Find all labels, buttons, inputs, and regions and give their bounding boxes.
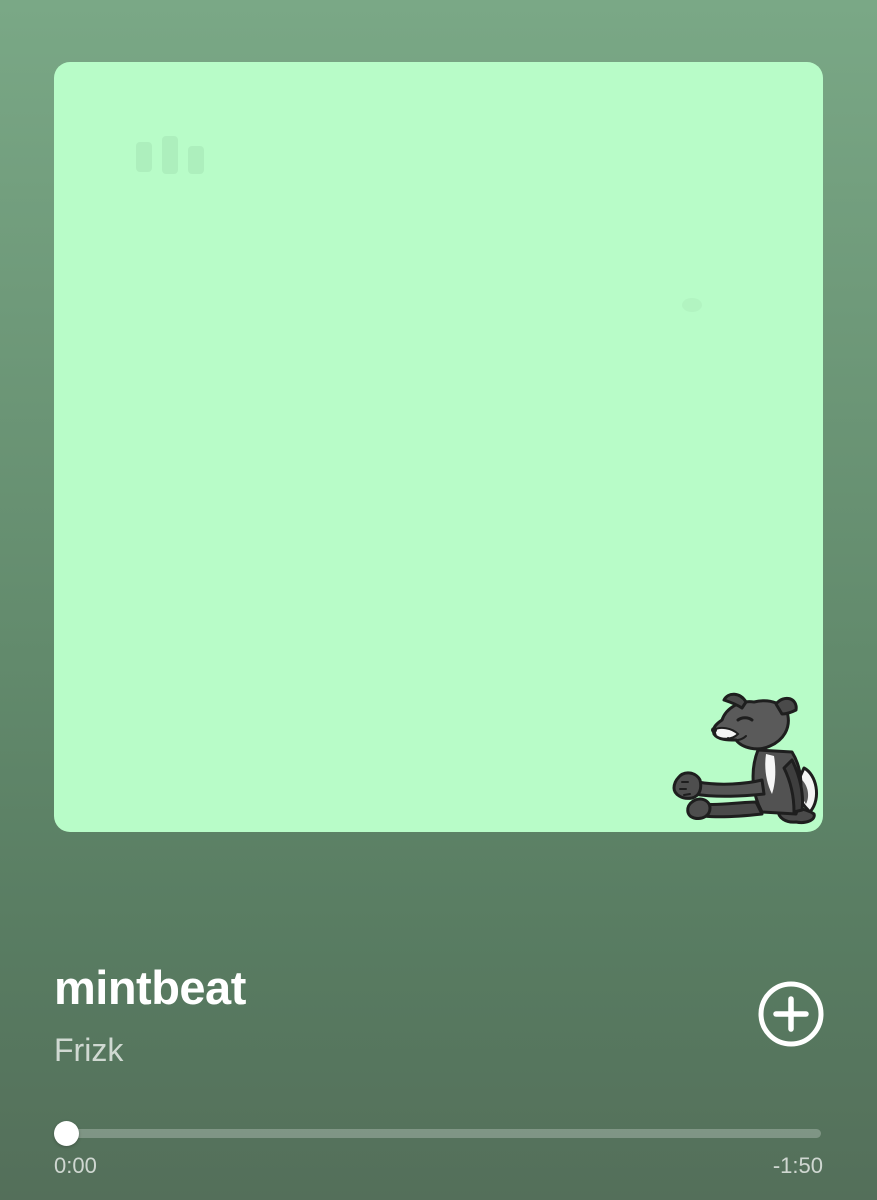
artist-name[interactable]: Frizk — [54, 1030, 123, 1070]
progress-scrubber-thumb[interactable] — [54, 1121, 79, 1146]
playback-progress-bar[interactable] — [54, 1120, 821, 1148]
faint-artwork-mark — [136, 136, 204, 174]
add-to-library-button[interactable] — [757, 980, 825, 1048]
elapsed-time: 0:00 — [54, 1153, 97, 1178]
artwork-speck — [682, 298, 702, 312]
plus-circle-icon — [758, 981, 824, 1047]
wolf-character-icon — [672, 692, 819, 824]
album-artwork — [54, 62, 823, 832]
remaining-time: -1:50 — [772, 1153, 823, 1178]
progress-track[interactable] — [54, 1129, 821, 1138]
track-title: mintbeat — [54, 961, 246, 1014]
